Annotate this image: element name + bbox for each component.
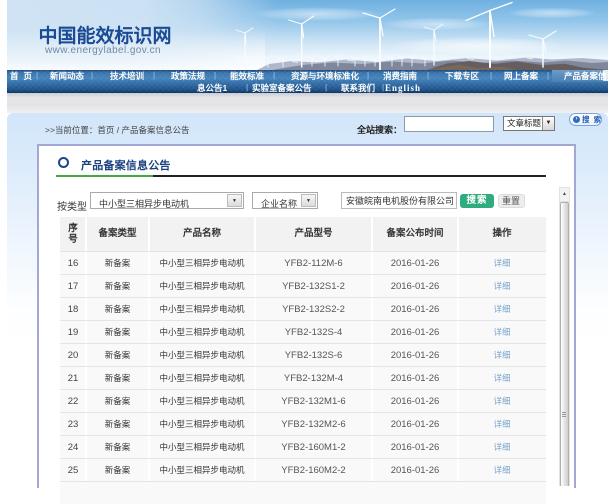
svg-text:中国能效标识网: 中国能效标识网 xyxy=(38,24,171,47)
svg-text:www.energylabel.gov.cn: www.energylabel.gov.cn xyxy=(44,45,161,56)
